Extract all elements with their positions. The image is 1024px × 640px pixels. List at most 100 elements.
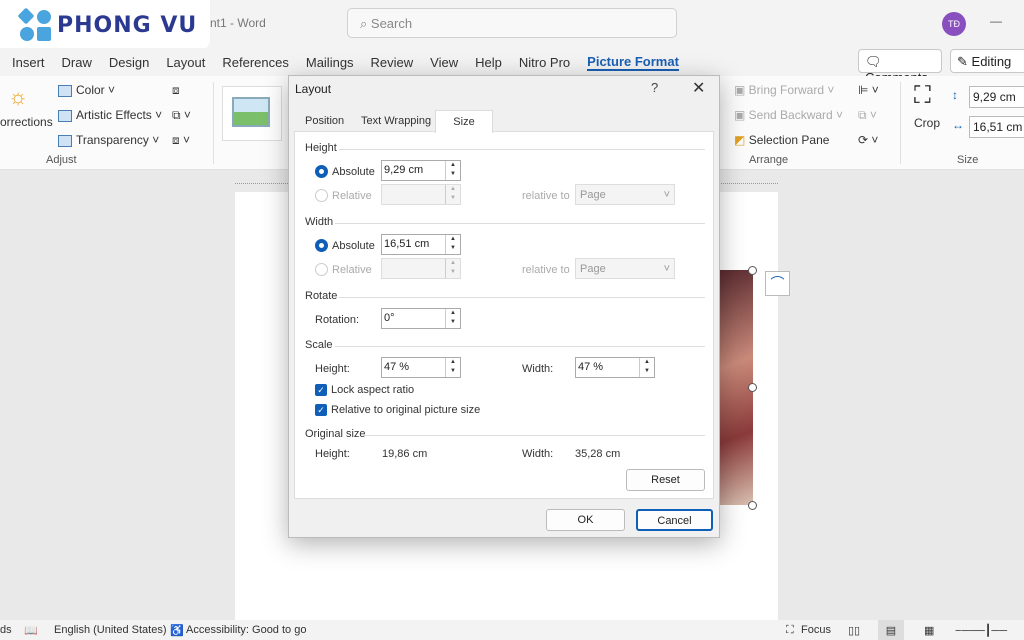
- resize-handle[interactable]: [748, 501, 757, 510]
- tab-insert[interactable]: Insert: [12, 55, 45, 70]
- color-icon: [58, 84, 72, 97]
- align-icon[interactable]: ⊫ ˅: [858, 83, 879, 97]
- proofing-icon[interactable]: 📖: [24, 624, 38, 637]
- ok-button[interactable]: OK: [546, 509, 625, 531]
- size-group-label: Size: [957, 154, 979, 166]
- artistic-effects-button[interactable]: Artistic Effects ˅: [58, 108, 162, 122]
- original-size-section: Original size: [305, 428, 366, 440]
- artistic-label: Artistic Effects: [76, 108, 152, 122]
- minimize-button[interactable]: —: [990, 14, 1002, 28]
- bring-forward-button[interactable]: ▣ Bring Forward ˅: [734, 83, 834, 97]
- width-relative-to-value: Page: [580, 263, 606, 275]
- sun-icon: ☼: [8, 84, 29, 109]
- width-relative-to-select[interactable]: Page ˅: [575, 258, 675, 279]
- search-input[interactable]: ⌕ Search: [347, 8, 677, 38]
- word-count[interactable]: ds: [0, 624, 12, 636]
- scale-width-field[interactable]: 47 % ▲ ▼: [575, 357, 655, 378]
- rotate-section: Rotate: [305, 290, 338, 302]
- resize-handle[interactable]: [748, 266, 757, 275]
- close-button[interactable]: ✕: [692, 78, 705, 98]
- rotation-value: 0°: [384, 312, 395, 324]
- spinner-arrows[interactable]: ▲ ▼: [445, 358, 460, 377]
- tab-position[interactable]: Position: [297, 110, 352, 132]
- height-relative-field[interactable]: ▲ ▼: [381, 184, 461, 205]
- lock-aspect-checkbox[interactable]: ✓: [315, 384, 327, 396]
- tab-nitro-pro[interactable]: Nitro Pro: [519, 55, 570, 70]
- scale-width-value: 47 %: [578, 361, 604, 373]
- selection-pane-button[interactable]: ◩ Selection Pane: [734, 133, 829, 147]
- zoom-slider[interactable]: −───┃──: [955, 624, 1007, 637]
- language[interactable]: English (United States): [54, 624, 167, 636]
- layout-options-icon[interactable]: ⌒: [765, 271, 790, 296]
- tab-layout[interactable]: Layout: [166, 55, 205, 70]
- rotate-icon[interactable]: ⟳ ˅: [858, 133, 878, 147]
- web-layout-icon[interactable]: ▦: [924, 624, 934, 637]
- relative-original-checkbox[interactable]: ✓: [315, 404, 327, 416]
- crop-icon[interactable]: ⛶: [914, 82, 931, 110]
- send-backward-button[interactable]: ▣ Send Backward ˅: [734, 108, 843, 122]
- document-title: nt1 - Word: [210, 16, 266, 30]
- width-relative-radio[interactable]: [315, 263, 328, 276]
- change-picture-icon[interactable]: ⧉ ˅: [172, 108, 191, 123]
- shape-width-field[interactable]: 16,51 cm: [969, 116, 1024, 138]
- selection-pane-icon: ◩: [734, 133, 746, 147]
- group-icon[interactable]: ⧉ ˅: [858, 108, 877, 123]
- color-button[interactable]: Color ˅: [58, 83, 115, 97]
- focus-button[interactable]: Focus: [801, 624, 831, 636]
- send-backward-label: Send Backward: [748, 108, 833, 122]
- avatar[interactable]: TĐ: [942, 12, 966, 36]
- picture-style-gallery[interactable]: [222, 86, 282, 141]
- arrange-group-label: Arrange: [749, 154, 789, 166]
- reset-picture-icon[interactable]: ⧈ ˅: [172, 133, 190, 148]
- width-absolute-radio[interactable]: [315, 239, 328, 252]
- height-relative-to-select[interactable]: Page ˅: [575, 184, 675, 205]
- read-mode-icon[interactable]: ▯▯: [848, 624, 860, 637]
- height-relative-radio[interactable]: [315, 189, 328, 202]
- help-button[interactable]: ?: [651, 80, 658, 95]
- chevron-down-icon: ˅: [663, 263, 670, 275]
- spinner-arrows[interactable]: ▲ ▼: [445, 161, 460, 180]
- search-placeholder: Search: [370, 16, 413, 31]
- width-absolute-value: 16,51 cm: [384, 238, 430, 250]
- spinner-arrows[interactable]: ▲ ▼: [445, 309, 460, 328]
- compress-pictures-icon[interactable]: ⧈: [172, 83, 180, 98]
- height-absolute-field[interactable]: 9,29 cm ▲ ▼: [381, 160, 461, 181]
- tab-review[interactable]: Review: [371, 55, 414, 70]
- crop-button[interactable]: Crop: [914, 116, 940, 130]
- height-absolute-radio[interactable]: [315, 165, 328, 178]
- cancel-button[interactable]: Cancel: [636, 509, 713, 531]
- resize-handle[interactable]: [748, 383, 757, 392]
- accessibility-status[interactable]: Accessibility: Good to go: [186, 624, 306, 636]
- rotation-field[interactable]: 0° ▲ ▼: [381, 308, 461, 329]
- tab-text-wrapping[interactable]: Text Wrapping: [353, 110, 439, 132]
- tab-picture-format[interactable]: Picture Format: [587, 54, 679, 71]
- scale-height-value: 47 %: [384, 361, 410, 373]
- comments-button[interactable]: 🗨 Comments: [858, 49, 942, 85]
- tab-help[interactable]: Help: [475, 55, 502, 70]
- size-panel: Height Absolute 9,29 cm ▲ ▼ Relative ▲ ▼ re…: [294, 131, 714, 499]
- height-relative-to-label: relative to: [522, 190, 570, 202]
- editing-button[interactable]: ✎ Editing: [950, 49, 1024, 73]
- width-relative-to-label: relative to: [522, 264, 570, 276]
- transparency-button[interactable]: Transparency ˅: [58, 133, 159, 147]
- print-layout-icon[interactable]: ▤: [878, 620, 904, 640]
- status-bar: ds 📖 English (United States) ♿ Accessibi…: [0, 620, 1024, 640]
- width-relative-field[interactable]: ▲ ▼: [381, 258, 461, 279]
- tab-design[interactable]: Design: [109, 55, 149, 70]
- height-absolute-label: Absolute: [332, 166, 375, 178]
- tab-view[interactable]: View: [430, 55, 458, 70]
- height-relative-label: Relative: [332, 190, 372, 202]
- spinner-arrows[interactable]: ▲ ▼: [445, 235, 460, 254]
- corrections-button[interactable]: orrections: [0, 115, 53, 129]
- tab-draw[interactable]: Draw: [62, 55, 92, 70]
- shape-height-field[interactable]: 9,29 cm: [969, 86, 1024, 108]
- reset-button[interactable]: Reset: [626, 469, 705, 491]
- tab-references[interactable]: References: [222, 55, 288, 70]
- tab-size[interactable]: Size: [435, 110, 493, 133]
- selection-pane-label: Selection Pane: [748, 133, 830, 147]
- tab-mailings[interactable]: Mailings: [306, 55, 354, 70]
- transparency-label: Transparency: [76, 133, 149, 147]
- width-absolute-field[interactable]: 16,51 cm ▲ ▼: [381, 234, 461, 255]
- scale-height-field[interactable]: 47 % ▲ ▼: [381, 357, 461, 378]
- spinner-arrows[interactable]: ▲ ▼: [639, 358, 654, 377]
